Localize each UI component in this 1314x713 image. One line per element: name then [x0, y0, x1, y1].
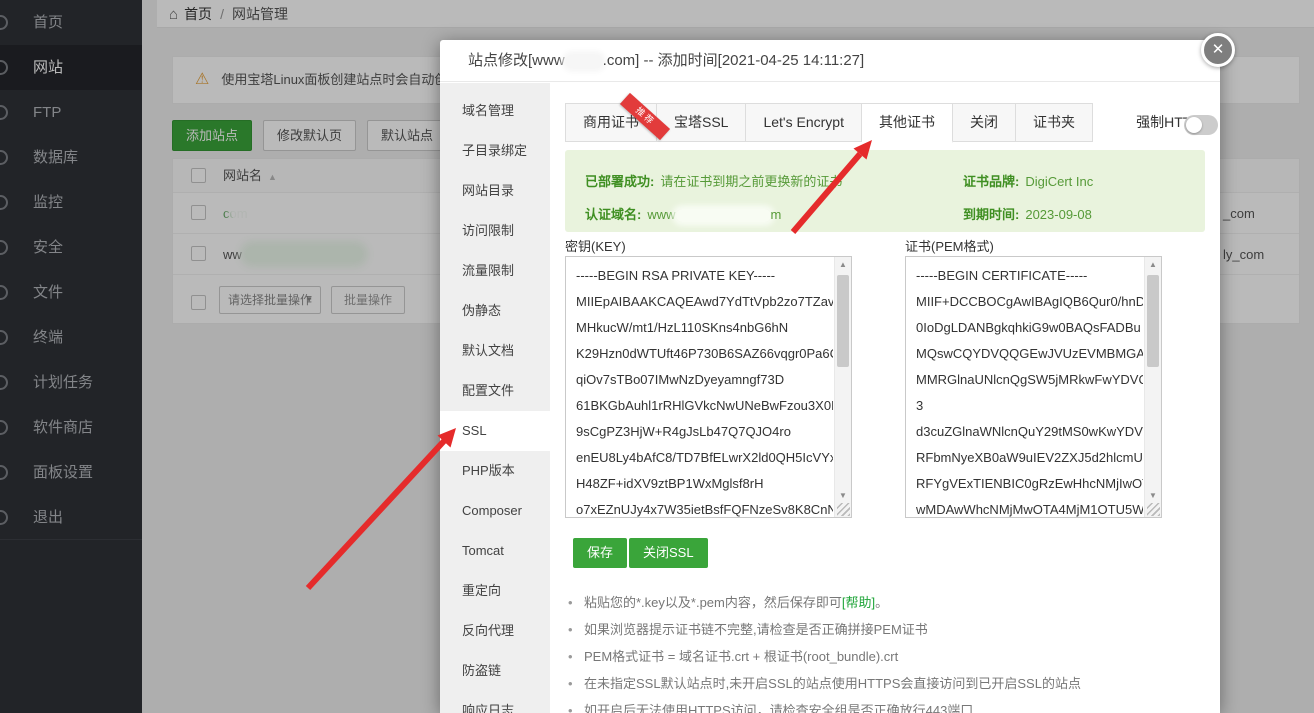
- menu-item-reverse-proxy[interactable]: 反向代理: [440, 611, 550, 651]
- scroll-down-icon[interactable]: ▼: [1145, 488, 1161, 503]
- menu-item-domain[interactable]: 域名管理: [440, 91, 550, 131]
- menu-item-php-version[interactable]: PHP版本: [440, 451, 550, 491]
- pem-textarea-label: 证书(PEM格式): [905, 236, 994, 255]
- cert-status-box: 已部署成功: 请在证书到期之前更换新的证书 认证域名: www m 证书品牌: Digi…: [565, 150, 1205, 232]
- censor-smudge: [676, 209, 771, 222]
- pem-textarea[interactable]: -----BEGIN CERTIFICATE----- MIIF+DCCBOCg…: [905, 256, 1162, 518]
- censor-smudge: [566, 55, 602, 68]
- force-https-toggle[interactable]: [1184, 115, 1218, 135]
- menu-item-default-doc[interactable]: 默认文档: [440, 331, 550, 371]
- note-item: 粘贴您的*.key以及*.pem内容，然后保存即可[帮助]。: [568, 589, 1188, 616]
- tab-lets-encrypt[interactable]: Let's Encrypt: [746, 104, 862, 141]
- close-ssl-button[interactable]: 关闭SSL: [629, 538, 708, 568]
- cert-status-left: 已部署成功: 请在证书到期之前更换新的证书 认证域名: www m: [585, 165, 842, 231]
- resize-grip[interactable]: [1147, 503, 1160, 516]
- menu-item-redirect[interactable]: 重定向: [440, 571, 550, 611]
- menu-item-hotlink[interactable]: 防盗链: [440, 651, 550, 691]
- save-button[interactable]: 保存: [573, 538, 627, 568]
- menu-item-rewrite[interactable]: 伪静态: [440, 291, 550, 331]
- scroll-down-icon[interactable]: ▼: [835, 488, 851, 503]
- note-item: 在未指定SSL默认站点时,未开启SSL的站点使用HTTPS会直接访问到已开启SS…: [568, 670, 1188, 697]
- key-textarea-label: 密钥(KEY): [565, 236, 626, 255]
- pem-scrollbar[interactable]: ▲ ▼: [1144, 257, 1161, 517]
- modal-side-menu: 域名管理 子目录绑定 网站目录 访问限制 流量限制 伪静态 默认文档 配置文件 …: [440, 83, 550, 713]
- tab-bt-ssl[interactable]: 宝塔SSL: [657, 104, 746, 141]
- note-item: 如开启后无法使用HTTPS访问，请检查安全组是否正确放行443端口: [568, 697, 1188, 713]
- cert-brand-label: 证书品牌:: [963, 174, 1019, 189]
- menu-item-composer[interactable]: Composer: [440, 491, 550, 531]
- app-root: 首页 网站 FTP 数据库 监控 安全 文件 终端 计划任务 软件商店 面板设置…: [0, 0, 1314, 713]
- cert-status-right: 证书品牌: DigiCert Inc 到期时间: 2023-09-08: [963, 165, 1093, 231]
- menu-item-ssl[interactable]: SSL: [440, 411, 550, 451]
- cert-domain-prefix: www: [647, 207, 675, 222]
- modal-title: 站点修改[www.com] -- 添加时间[2021-04-25 14:11:2…: [468, 52, 864, 69]
- note-item: 如果浏览器提示证书链不完整,请检查是否正确拼接PEM证书: [568, 616, 1188, 643]
- scrollbar-thumb[interactable]: [837, 275, 849, 367]
- menu-item-subdir[interactable]: 子目录绑定: [440, 131, 550, 171]
- modal-title-bar: 站点修改[www.com] -- 添加时间[2021-04-25 14:11:2…: [440, 40, 1220, 82]
- menu-item-config[interactable]: 配置文件: [440, 371, 550, 411]
- close-icon[interactable]: ✕: [1201, 33, 1235, 67]
- cert-expire-value: 2023-09-08: [1025, 207, 1092, 222]
- menu-item-tomcat[interactable]: Tomcat: [440, 531, 550, 571]
- tab-close[interactable]: 关闭: [953, 104, 1016, 141]
- menu-item-traffic-limit[interactable]: 流量限制: [440, 251, 550, 291]
- help-link[interactable]: [帮助]: [842, 595, 875, 610]
- scrollbar-thumb[interactable]: [1147, 275, 1159, 367]
- toggle-knob: [1186, 117, 1202, 133]
- deploy-status-text: 请在证书到期之前更换新的证书: [660, 174, 842, 189]
- menu-item-access-limit[interactable]: 访问限制: [440, 211, 550, 251]
- scroll-up-icon[interactable]: ▲: [835, 257, 851, 272]
- deploy-status-label: 已部署成功:: [585, 174, 654, 189]
- note-item: PEM格式证书 = 域名证书.crt + 根证书(root_bundle).cr…: [568, 643, 1188, 670]
- cert-domain-suffix: m: [771, 207, 782, 222]
- menu-item-response-log[interactable]: 响应日志: [440, 691, 550, 713]
- site-modify-modal: 站点修改[www.com] -- 添加时间[2021-04-25 14:11:2…: [440, 40, 1220, 713]
- key-scrollbar[interactable]: ▲ ▼: [834, 257, 851, 517]
- tab-other-cert[interactable]: 其他证书: [862, 104, 953, 143]
- key-content[interactable]: -----BEGIN RSA PRIVATE KEY----- MIIEpAIB…: [566, 257, 833, 517]
- pem-content[interactable]: -----BEGIN CERTIFICATE----- MIIF+DCCBOCg…: [906, 257, 1143, 517]
- menu-item-site-dir[interactable]: 网站目录: [440, 171, 550, 211]
- scroll-up-icon[interactable]: ▲: [1145, 257, 1161, 272]
- cert-domain-label: 认证域名:: [585, 207, 641, 222]
- resize-grip[interactable]: [837, 503, 850, 516]
- ssl-notes-list: 粘贴您的*.key以及*.pem内容，然后保存即可[帮助]。 如果浏览器提示证书…: [568, 589, 1188, 713]
- cert-brand-value: DigiCert Inc: [1025, 174, 1093, 189]
- key-textarea[interactable]: -----BEGIN RSA PRIVATE KEY----- MIIEpAIB…: [565, 256, 852, 518]
- cert-expire-label: 到期时间:: [963, 207, 1019, 222]
